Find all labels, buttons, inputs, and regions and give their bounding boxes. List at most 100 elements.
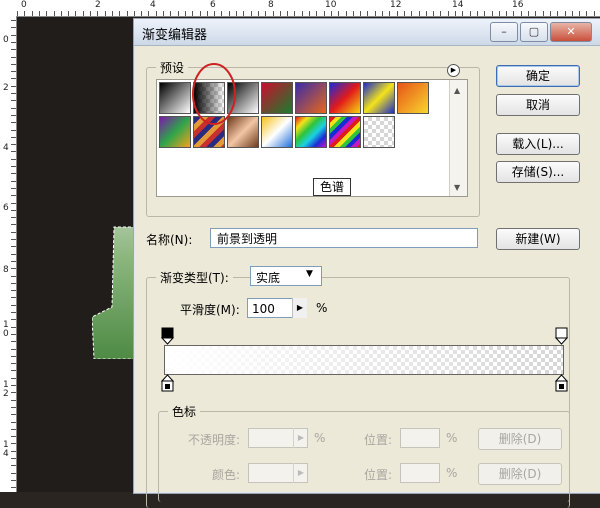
ruler-tick: [11, 326, 16, 328]
swatch-orange-yellow[interactable]: [397, 82, 429, 114]
ruler-tick: [11, 231, 16, 233]
ruler-tick: [11, 465, 16, 467]
ruler-tick: [11, 253, 16, 255]
ruler-tick: [265, 11, 267, 16]
ruler-tick: [11, 173, 16, 175]
gradient-type-select[interactable]: 实底 ▼: [250, 266, 322, 286]
smoothness-slider-icon[interactable]: ▶: [292, 298, 307, 318]
ruler-tick: [542, 11, 544, 16]
scroll-down-icon[interactable]: ▼: [454, 183, 460, 192]
ruler-tick: [155, 11, 157, 16]
save-button[interactable]: 存储(S)...: [496, 161, 580, 183]
title-bar: 渐变编辑器 – ▢ ✕: [134, 19, 600, 46]
ruler-tick: [367, 11, 369, 16]
ruler-number: 10: [325, 0, 337, 10]
ruler-tick: [11, 370, 16, 372]
ruler-tick: [418, 11, 420, 16]
swatch-blue-yellow-blue[interactable]: [363, 82, 395, 114]
swatch-transparent-rainbow[interactable]: [329, 116, 361, 148]
ruler-tick: [382, 11, 383, 16]
ruler-tick: [11, 275, 16, 277]
swatch-chrome[interactable]: [261, 116, 293, 148]
ruler-tick: [338, 11, 340, 16]
color-label: 颜色:: [212, 468, 241, 482]
name-field[interactable]: 前景到透明: [210, 228, 478, 248]
stops-label: 色标: [168, 403, 201, 420]
ruler-tick: [11, 122, 16, 124]
ruler-tick: [11, 436, 16, 438]
ruler-tick: [133, 11, 135, 16]
opacity-stop-left-icon[interactable]: [160, 327, 176, 345]
ruler-tick: [11, 348, 16, 350]
ruler-tick: [11, 180, 16, 182]
scroll-up-icon[interactable]: ▲: [454, 86, 460, 95]
ruler-tick: [484, 11, 486, 16]
ruler-number: 8: [268, 0, 274, 10]
ruler-tick: [469, 11, 471, 16]
ruler-tick: [60, 11, 62, 16]
swatch-violet-orange[interactable]: [295, 82, 327, 114]
swatch-fg-bg[interactable]: [159, 82, 191, 114]
ruler-tick: [352, 11, 354, 16]
ruler-tick: [11, 27, 16, 29]
ruler-tick: [549, 11, 551, 16]
load-button[interactable]: 载入(L)...: [496, 133, 580, 155]
maximize-button[interactable]: ▢: [520, 22, 548, 42]
ruler-tick: [257, 11, 259, 16]
ruler-tick: [11, 304, 16, 306]
color-stop-right-icon[interactable]: [554, 374, 570, 392]
dialog-title: 渐变编辑器: [142, 28, 208, 43]
ruler-tick: [214, 11, 216, 16]
smoothness-field[interactable]: 100 ▶: [247, 298, 307, 318]
ruler-tick: [68, 11, 70, 16]
ruler-number: 2: [3, 83, 9, 93]
opacity-stop-right-icon[interactable]: [554, 327, 570, 345]
ruler-tick: [11, 144, 16, 146]
swatch-red-green[interactable]: [261, 82, 293, 114]
cancel-button[interactable]: 取消: [496, 94, 580, 116]
ruler-tick: [433, 11, 435, 16]
color-stop-left-icon[interactable]: [160, 374, 176, 392]
ruler-tick: [11, 209, 16, 211]
close-button[interactable]: ✕: [550, 22, 592, 42]
smoothness-unit: %: [316, 301, 328, 315]
gradient-preview-bar[interactable]: [164, 345, 564, 375]
ruler-tick: [11, 377, 16, 379]
presets-label: 预设: [156, 59, 189, 76]
name-label: 名称(N):: [146, 233, 193, 247]
swatch-blue-red-yellow[interactable]: [329, 82, 361, 114]
ruler-tick: [11, 78, 16, 80]
opacity-label: 不透明度:: [188, 433, 241, 447]
ruler-tick: [11, 114, 16, 116]
ruler-tick: [11, 20, 16, 21]
ruler-number: 6: [3, 203, 9, 213]
ruler-tick: [46, 11, 48, 16]
ruler-tick: [330, 11, 332, 16]
presets-menu-icon[interactable]: ▶: [447, 64, 460, 77]
ruler-tick: [455, 11, 456, 16]
ruler-tick: [11, 71, 16, 73]
ruler-tick: [11, 129, 16, 131]
selection-highlight-circle: [192, 63, 236, 125]
minimize-button[interactable]: –: [490, 22, 518, 42]
ruler-tick: [11, 443, 16, 445]
new-button[interactable]: 新建(W): [496, 228, 580, 250]
ruler-number: 16: [512, 0, 524, 10]
ruler-tick: [11, 56, 16, 58]
vertical-ruler: 0 2 4 6 8 1 0 1 2 1 4: [0, 16, 17, 492]
ruler-tick: [148, 11, 150, 16]
ruler-tick: [11, 385, 16, 386]
swatch-transparent-stripes[interactable]: [363, 116, 395, 148]
ruler-tick: [11, 41, 16, 43]
ruler-tick: [316, 11, 318, 16]
swatch-spectrum[interactable]: [295, 116, 327, 148]
ruler-number: 4: [150, 0, 156, 10]
ok-button[interactable]: 确定: [496, 65, 580, 87]
ruler-tick: [491, 11, 493, 16]
swatch-violet-green-orange[interactable]: [159, 116, 191, 148]
presets-scrollbar[interactable]: ▲ ▼: [449, 80, 467, 196]
ruler-tick: [11, 202, 16, 204]
ruler-tick: [11, 260, 16, 262]
ruler-tick: [287, 11, 289, 16]
ruler-number: 6: [210, 0, 216, 10]
